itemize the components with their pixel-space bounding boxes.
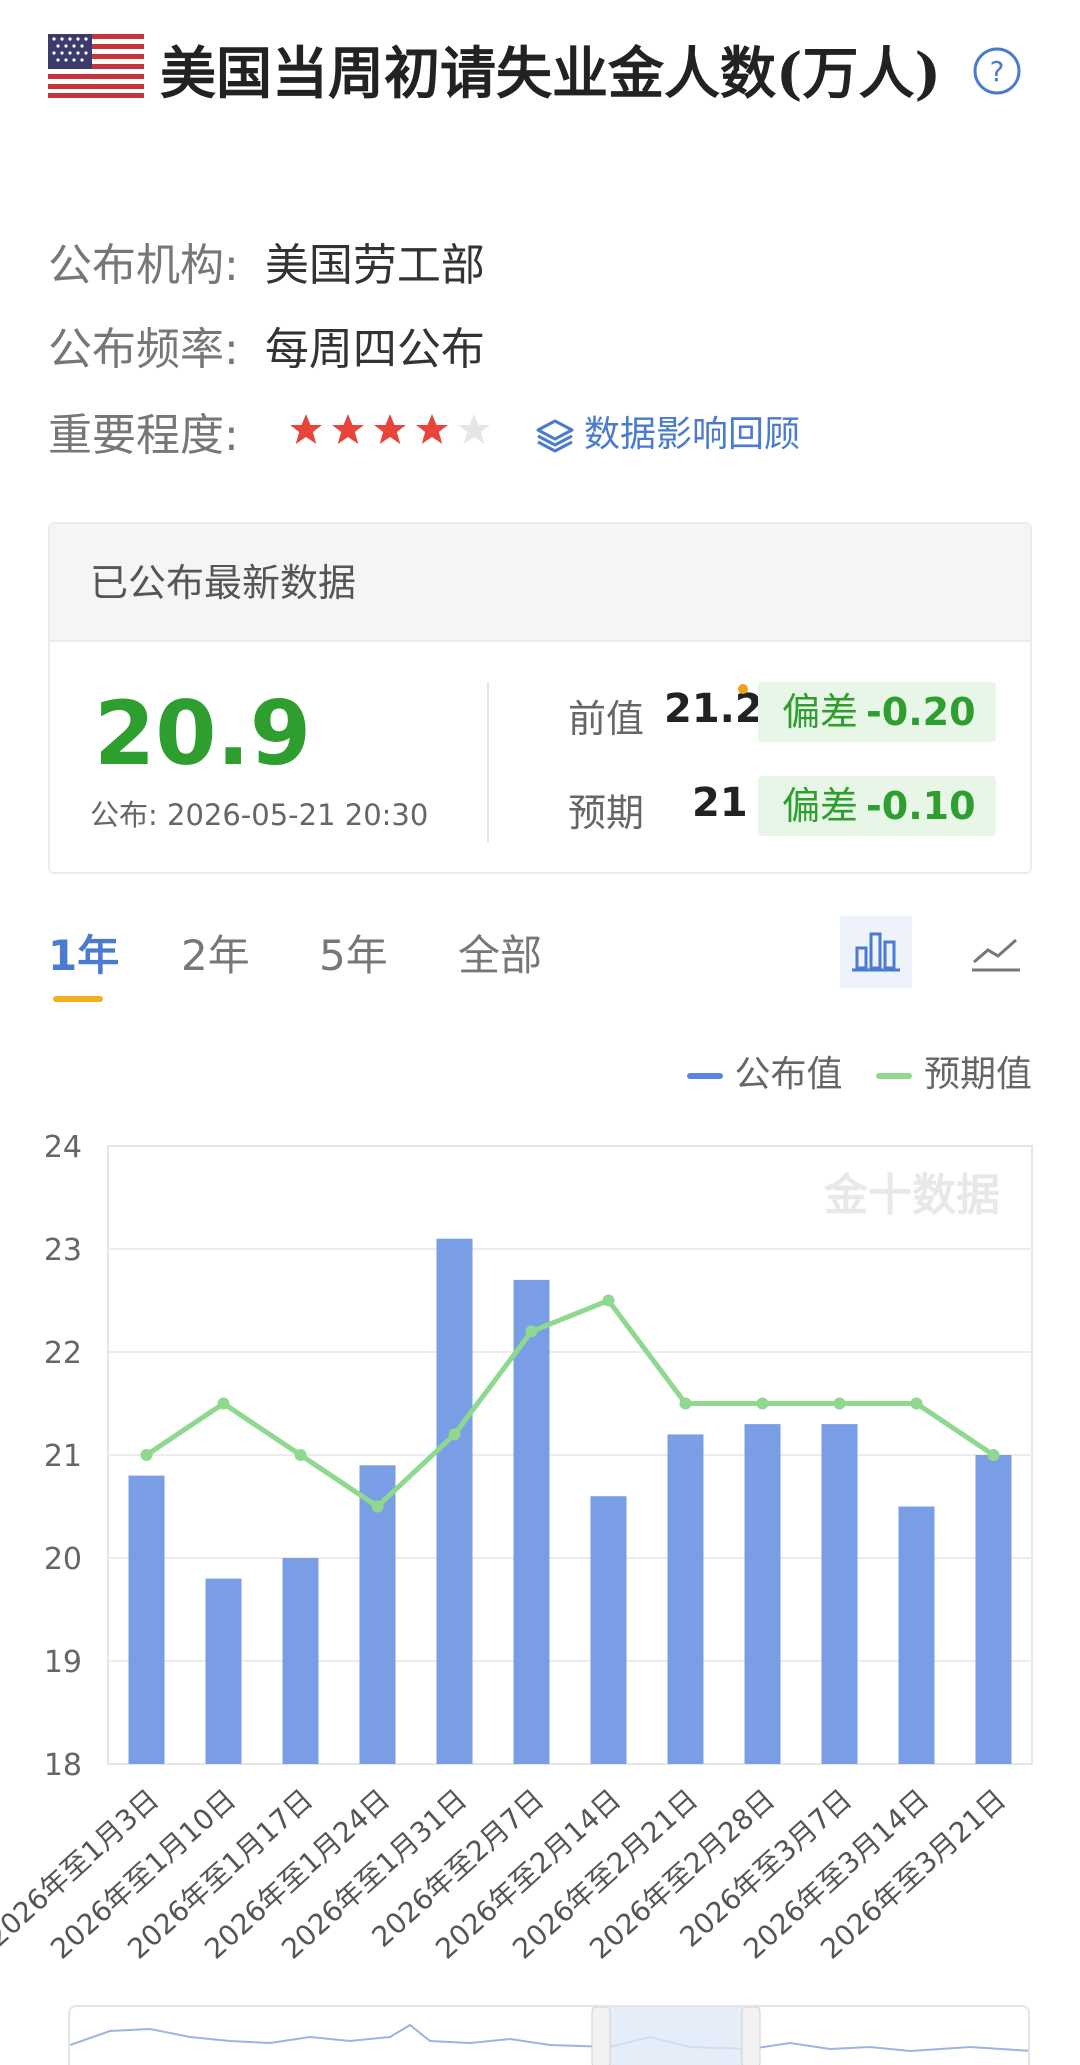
bar-actual (282, 1558, 319, 1764)
layers-icon (536, 419, 574, 453)
forecast-deviation-value: -0.10 (866, 784, 976, 828)
point-forecast (294, 1449, 307, 1461)
jobless-claims-chart: 金十数据181920212223242026年至1月3日2026年至1月10日2… (0, 1130, 1033, 1966)
y-tick-label: 24 (44, 1130, 82, 1165)
navigator-handle-left[interactable] (591, 2007, 611, 2065)
publisher-value: 美国劳工部 (264, 240, 485, 291)
point-forecast (525, 1325, 538, 1338)
bar-view-button[interactable] (840, 916, 912, 988)
frequency-value: 每周四公布 (264, 324, 485, 375)
forecast-label: 预期 (568, 791, 645, 835)
y-tick-label: 20 (44, 1542, 82, 1577)
question-circle-icon[interactable]: ? (972, 46, 1022, 96)
legend-label-actual: 公布值 (734, 1054, 843, 1095)
review-link[interactable]: 数据影响回顾 (534, 410, 800, 460)
bar-actual (128, 1475, 165, 1764)
point-forecast (987, 1449, 1000, 1461)
star-filled-icon (416, 414, 448, 444)
frequency-label: 公布频率: (48, 324, 239, 375)
point-forecast (910, 1397, 923, 1410)
tab-1y-underline (53, 996, 103, 1002)
bar-chart-icon (852, 932, 900, 972)
forecast-value: 21 (692, 780, 748, 826)
bar-actual (975, 1455, 1012, 1764)
actual-value: 20.9 (94, 682, 312, 785)
chart-legend: 公布值 预期值 (665, 1050, 1032, 1100)
deviation-label: 偏差 (782, 784, 859, 828)
point-forecast (140, 1449, 153, 1461)
bar-actual (821, 1424, 858, 1764)
bar-actual (667, 1434, 704, 1764)
bar-actual (205, 1578, 242, 1764)
page-title: 美国当周初请失业金人数(万人) (160, 41, 941, 107)
review-link-label: 数据影响回顾 (584, 414, 801, 455)
point-forecast (217, 1397, 230, 1410)
tab-2y[interactable]: 2年 (181, 926, 250, 986)
legend-label-forecast: 预期值 (923, 1054, 1032, 1095)
y-tick-label: 23 (44, 1233, 82, 1268)
y-tick-label: 21 (44, 1439, 82, 1474)
bar-actual (436, 1238, 473, 1764)
bar-actual (590, 1496, 627, 1764)
svg-text:?: ? (990, 55, 1005, 88)
previous-deviation-value: -0.20 (866, 690, 976, 734)
tab-1y[interactable]: 1年 (48, 926, 119, 986)
point-forecast (679, 1397, 692, 1410)
chart-watermark: 金十数据 (823, 1170, 1000, 1221)
star-filled-icon (290, 414, 322, 444)
y-tick-label: 18 (44, 1748, 82, 1783)
legend-swatch-forecast (875, 1073, 912, 1079)
bar-actual (898, 1506, 935, 1764)
range-navigator-plot (70, 2007, 1028, 2065)
latest-data-header: 已公布最新数据 (50, 524, 1030, 642)
tab-5y[interactable]: 5年 (319, 926, 388, 986)
publisher-row: 公布机构: 美国劳工部 (48, 236, 485, 296)
point-forecast (371, 1500, 384, 1513)
navigator-selection[interactable] (600, 2007, 750, 2065)
latest-data-card: 已公布最新数据 20.9 公布: 2026-05-21 20:30 前值 21.… (48, 522, 1032, 874)
tab-all[interactable]: 全部 (458, 926, 542, 986)
point-forecast (756, 1397, 769, 1410)
bar-actual (744, 1424, 781, 1764)
revised-dot (738, 684, 748, 694)
point-forecast (833, 1397, 846, 1410)
y-tick-label: 22 (44, 1336, 82, 1371)
navigator-line (70, 2023, 1028, 2053)
us-flag-icon (48, 34, 144, 98)
previous-label: 前值 (568, 697, 645, 741)
forecast-deviation-badge: 偏差 -0.10 (758, 776, 996, 836)
publisher-label: 公布机构: (48, 240, 239, 291)
importance-label: 重要程度: (48, 410, 239, 461)
point-forecast (602, 1294, 615, 1307)
deviation-label: 偏差 (782, 690, 859, 734)
line-chart-icon (972, 938, 1020, 972)
line-view-button[interactable] (960, 916, 1032, 988)
star-empty-icon (458, 414, 490, 444)
navigator-handle-right[interactable] (741, 2007, 761, 2065)
importance-row: 重要程度: (48, 406, 239, 466)
star-filled-icon (332, 414, 364, 444)
legend-item-actual[interactable]: 公布值 (686, 1050, 843, 1100)
frequency-row: 公布频率: 每周四公布 (48, 320, 485, 380)
previous-value: 21.2 (664, 686, 763, 732)
importance-stars (288, 412, 498, 462)
y-tick-label: 19 (44, 1645, 82, 1680)
publish-time: 公布: 2026-05-21 20:30 (90, 798, 429, 832)
range-navigator[interactable] (68, 2005, 1030, 2065)
card-divider (487, 682, 489, 842)
bar-actual (513, 1279, 550, 1764)
point-forecast (448, 1428, 461, 1441)
star-filled-icon (374, 414, 406, 444)
legend-swatch-actual (686, 1073, 723, 1079)
line-forecast (145, 1298, 995, 1509)
legend-item-forecast[interactable]: 预期值 (875, 1050, 1032, 1100)
previous-deviation-badge: 偏差 -0.20 (758, 682, 996, 742)
